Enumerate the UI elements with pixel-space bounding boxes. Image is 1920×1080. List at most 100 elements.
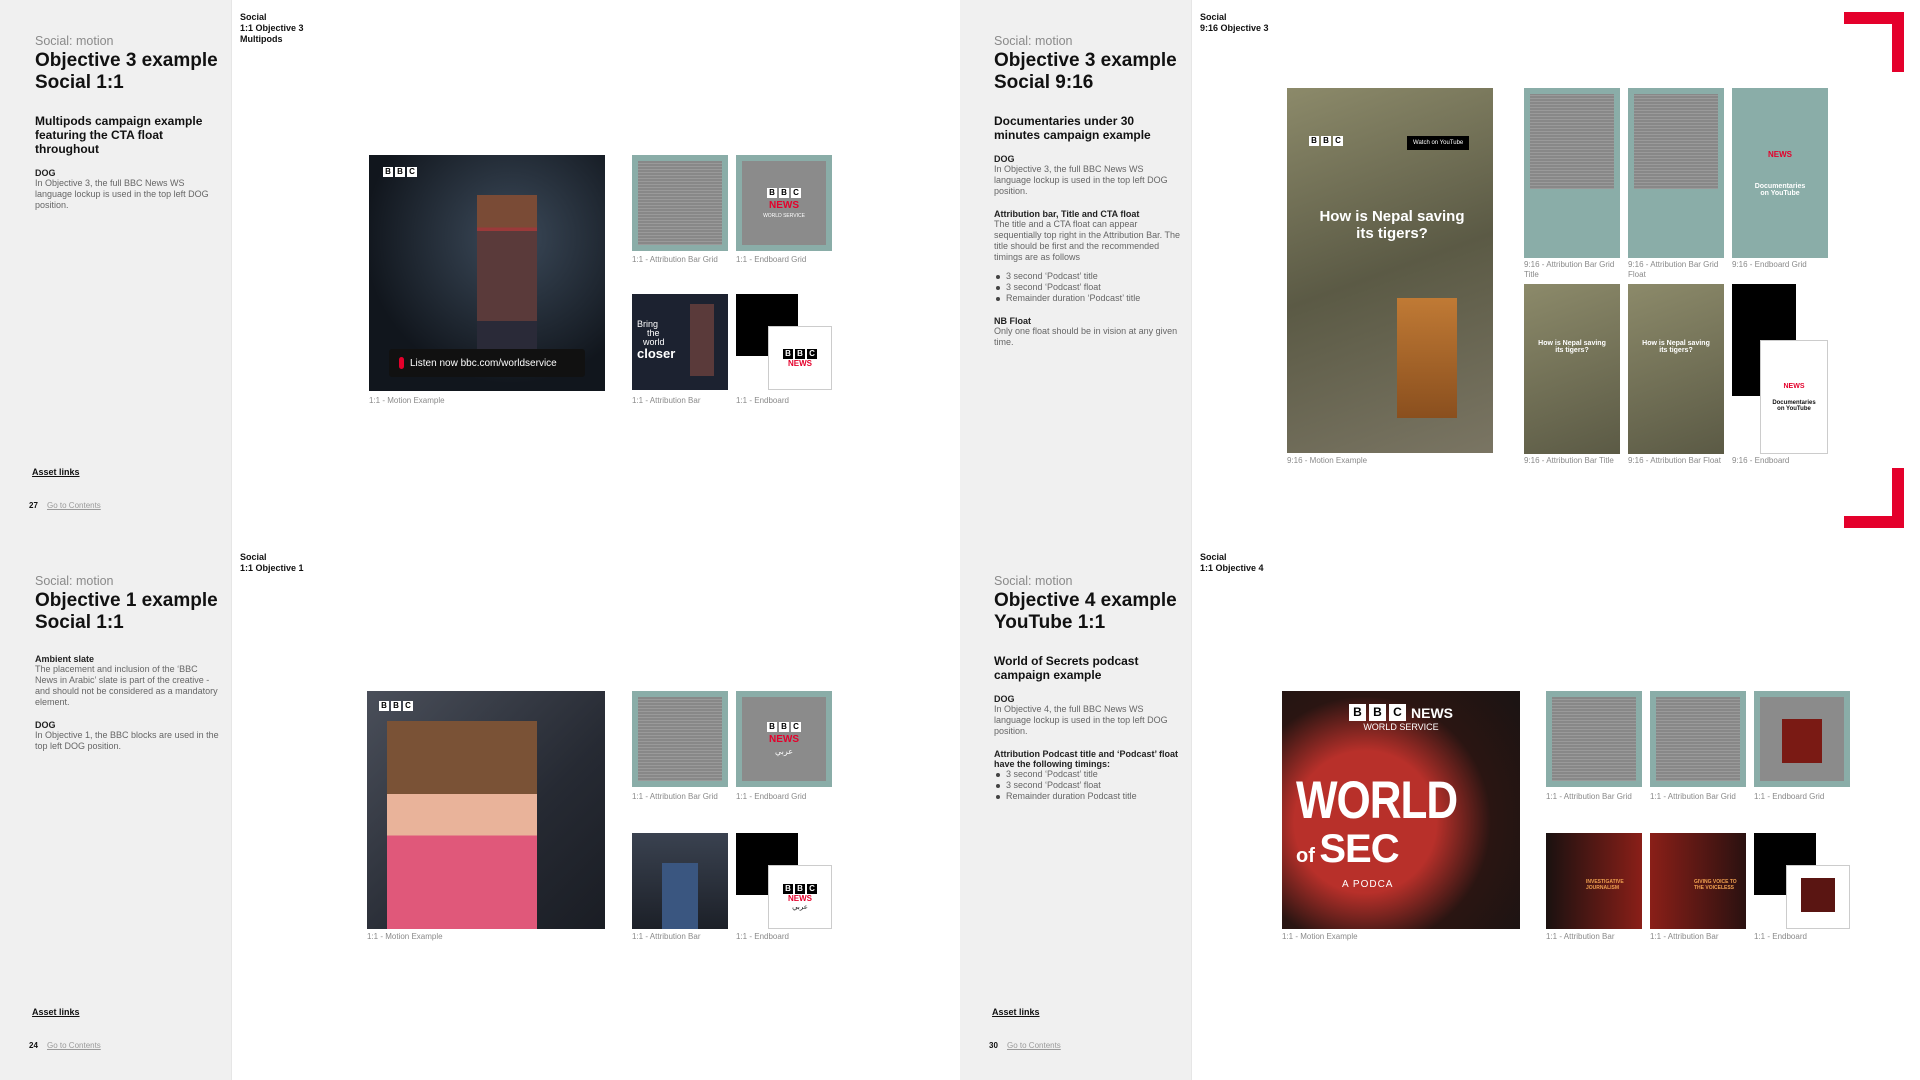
sidebar: Social: motion Objective 4 example YouTu… (960, 540, 1192, 1080)
asset-links[interactable]: Asset links (992, 1007, 1040, 1017)
bbc-news-logo: BBC (1309, 136, 1343, 146)
motion-example-image: BBC NEWS WORLD SERVICE WORLD of SEC A PO… (1282, 691, 1520, 929)
attribution-bar-grid-float (1628, 88, 1724, 258)
section-label: Social 1:1 Objective 4 (1200, 552, 1264, 573)
dog-text: In Objective 3, the full BBC News WS lan… (994, 164, 1168, 196)
tiger-figure (1397, 298, 1457, 418)
caption: 1:1 - Attribution Bar (1546, 932, 1615, 941)
motion-example-image: BBC Watch on YouTube How is Nepal saving… (1287, 88, 1493, 453)
attribution-bar-image (632, 833, 728, 929)
caption: 1:1 - Motion Example (369, 396, 445, 405)
attribution-bar-grid (632, 155, 728, 251)
subtitle: Documentaries under 30 minutes campaign … (994, 114, 1151, 142)
caption: 1:1 - Endboard Grid (1754, 792, 1825, 801)
go-to-contents-link[interactable]: Go to Contents (47, 1041, 101, 1050)
attribution-bar-grid (632, 691, 728, 787)
timings-list: 3 second ‘Podcast’ title 3 second ‘Podca… (994, 769, 1181, 802)
asset-links[interactable]: Asset links (32, 467, 80, 477)
dog-heading: DOG (35, 168, 56, 178)
attribution-heading: Attribution Podcast title and ‘Podcast’ … (994, 749, 1179, 769)
page-title: Objective 4 example (994, 590, 1177, 611)
caption: 9:16 - Endboard (1732, 456, 1790, 465)
go-to-contents-link[interactable]: Go to Contents (1007, 1041, 1061, 1050)
caption: 1:1 - Endboard Grid (736, 255, 807, 264)
endboard-grid: BBC NEWS عربي (736, 691, 832, 787)
page-objective-3-social-1-1: Social: motion Objective 3 example Socia… (0, 0, 960, 540)
caption: 1:1 - Endboard (736, 932, 789, 941)
presenter-figure (387, 721, 537, 929)
caption: 1:1 - Endboard (1754, 932, 1807, 941)
bbc-logo: BBC (379, 701, 413, 711)
dog-text: In Objective 3, the full BBC News WS lan… (35, 178, 209, 210)
caption: 1:1 - Attribution Bar Grid (632, 255, 718, 264)
timings-list: 3 second ‘Podcast’ title 3 second ‘Podca… (994, 271, 1181, 304)
subtitle: World of Secrets podcast campaign exampl… (994, 654, 1139, 682)
endboard-grid: NEWS Documentaries on YouTube (1732, 88, 1828, 258)
ambient-slate-heading: Ambient slate (35, 654, 95, 664)
section-label: Social 1:1 Objective 3 Multipods (240, 12, 304, 44)
headline: How is Nepal saving its tigers? (1319, 208, 1465, 242)
caption: 9:16 - Attribution Bar Float (1628, 456, 1721, 465)
sidebar: Social: motion Objective 1 example Socia… (0, 540, 232, 1080)
caption: 9:16 - Endboard Grid (1732, 260, 1807, 269)
nb-float-heading: NB Float (994, 316, 1031, 326)
attribution-bar-grid (1546, 691, 1642, 787)
eyebrow: Social: motion (994, 574, 1073, 588)
crop-mark-top-right (1844, 12, 1904, 72)
ambient-slate-text: The placement and inclusion of the ‘BBC … (35, 664, 218, 707)
cta-float: Listen now bbc.com/worldservice (389, 349, 585, 377)
crop-mark-bottom-right (1844, 468, 1904, 528)
attribution-heading: Attribution bar, Title and CTA float (994, 209, 1140, 219)
eyebrow: Social: motion (35, 574, 114, 588)
caption: 1:1 - Attribution Bar Grid (1546, 792, 1632, 801)
attribution-bar-grid-2 (1650, 691, 1746, 787)
mic-icon (399, 357, 404, 369)
page-title-format: Social 1:1 (35, 612, 124, 633)
caption: 9:16 - Attribution Bar Title (1524, 456, 1614, 465)
page-number: 30 (989, 1041, 998, 1050)
asset-links[interactable]: Asset links (32, 1007, 80, 1017)
endboard-grid (1754, 691, 1850, 787)
page-number: 24 (29, 1041, 38, 1050)
page-objective-4-youtube-1-1: Social: motion Objective 4 example YouTu… (960, 540, 1920, 1080)
caption: 9:16 - Attribution Bar Grid Float (1628, 260, 1719, 279)
caption: 1:1 - Endboard (736, 396, 789, 405)
sidebar: Social: motion Objective 3 example Socia… (0, 0, 232, 540)
page-title-format: Social 1:1 (35, 72, 124, 93)
attribution-text: The title and a CTA float can appear seq… (994, 219, 1180, 262)
caption: 1:1 - Attribution Bar Grid (1650, 792, 1736, 801)
attribution-bar-image-1: INVESTIGATIVE JOURNALISM (1546, 833, 1642, 929)
dog-heading: DOG (994, 154, 1015, 164)
page-title: Objective 3 example (994, 50, 1177, 71)
section-label: Social 1:1 Objective 1 (240, 552, 304, 573)
page-objective-3-social-9-16: Social: motion Objective 3 example Socia… (960, 0, 1920, 540)
dog-heading: DOG (994, 694, 1015, 704)
watch-on-youtube-float: Watch on YouTube (1407, 136, 1470, 150)
page-number: 27 (29, 501, 38, 510)
dog-heading: DOG (35, 720, 56, 730)
attribution-bar-image: Bring the world closer (632, 294, 728, 390)
sidebar: Social: motion Objective 3 example Socia… (960, 0, 1192, 540)
section-label: Social 9:16 Objective 3 (1200, 12, 1269, 33)
endboard-white: NEWS Documentaries on YouTube (1760, 340, 1828, 454)
page-title: Objective 3 example (35, 50, 218, 71)
go-to-contents-link[interactable]: Go to Contents (47, 501, 101, 510)
page-title-format: YouTube 1:1 (994, 612, 1106, 633)
caption: 1:1 - Attribution Bar Grid (632, 792, 718, 801)
endboard-white: BBC NEWS عربي (768, 865, 832, 929)
attribution-bar-float-image: How is Nepal saving its tigers? (1628, 284, 1724, 454)
caption: 1:1 - Attribution Bar (1650, 932, 1719, 941)
dog-text: In Objective 1, the BBC blocks are used … (35, 730, 219, 751)
caption: 1:1 - Motion Example (1282, 932, 1358, 941)
caption: 9:16 - Motion Example (1287, 456, 1368, 465)
subtitle: Multipods campaign example featuring the… (35, 114, 203, 156)
eyebrow: Social: motion (994, 34, 1073, 48)
nb-float-text: Only one float should be in vision at an… (994, 326, 1178, 347)
page-objective-1-social-1-1: Social: motion Objective 1 example Socia… (0, 540, 960, 1080)
person-figure (477, 195, 537, 375)
endboard-grid: BBC NEWS WORLD SERVICE (736, 155, 832, 251)
caption: 9:16 - Attribution Bar Grid Title (1524, 260, 1615, 279)
caption: 1:1 - Endboard Grid (736, 792, 807, 801)
page-title: Objective 1 example (35, 590, 218, 611)
page-title-format: Social 9:16 (994, 72, 1094, 93)
